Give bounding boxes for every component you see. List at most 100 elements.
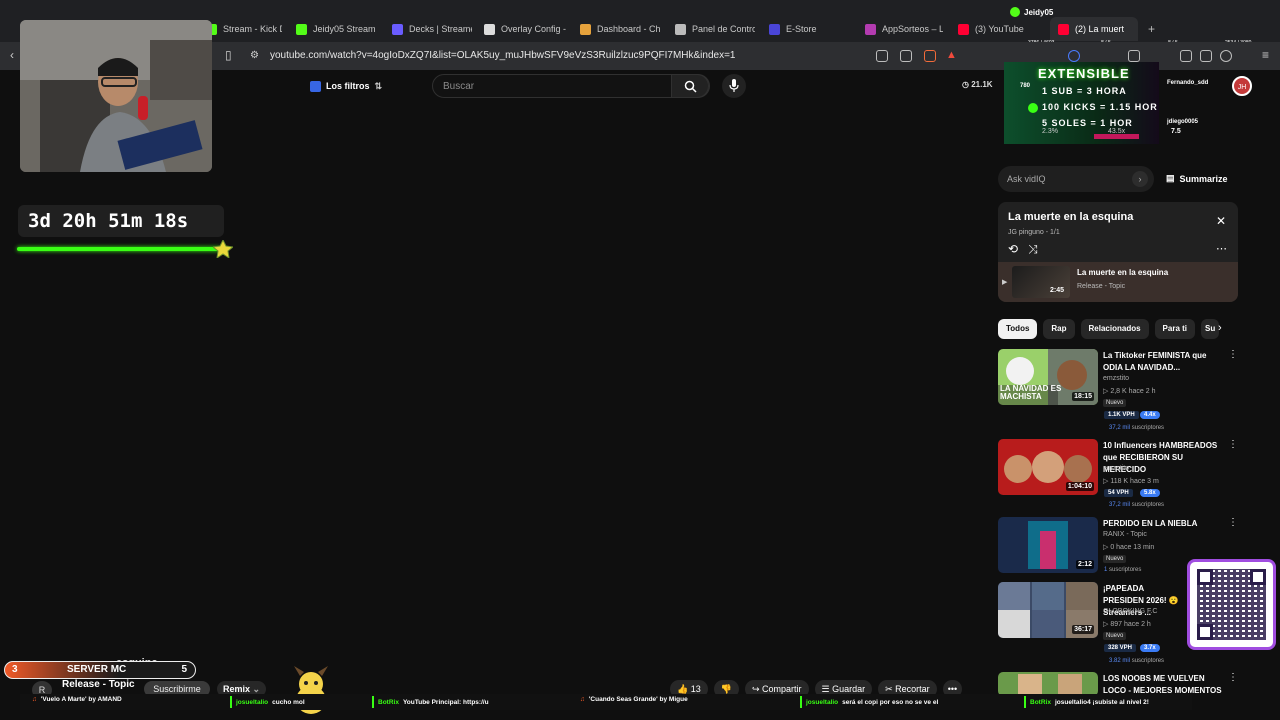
overlay-icon xyxy=(484,23,495,35)
ticker-item: josueltalio será el copi por eso no se ve… xyxy=(800,696,938,708)
kicks-icon xyxy=(1028,103,1038,113)
tab-jeidy-stream[interactable]: Jeidy05 Stream - xyxy=(296,17,376,41)
shuffle-icon[interactable]: ⤨ xyxy=(1028,242,1038,257)
filter-chips: Todos Rap Relacionados Para ti Su xyxy=(998,319,1220,339)
list-item[interactable]: LOS NOOBS ME VUELVEN LOCO - MEJORES MOME… xyxy=(998,672,1240,707)
tab-youtube[interactable]: (3) YouTube xyxy=(958,17,1038,41)
cast-icon[interactable] xyxy=(876,50,888,62)
ticker-item: ♫ 'Cuando Seas Grande' by Migue xyxy=(580,696,688,703)
top-supporters: Fernando_sdd jdiego0005 7.5 780 xyxy=(1020,80,1209,135)
list-item[interactable]: LA NAVIDAD ES MACHISTA 18:15 La Tiktoker… xyxy=(998,349,1240,437)
tab-active-la-muerte[interactable]: (2) La muert✕ xyxy=(1050,17,1138,41)
back-arrow-icon[interactable]: ‹ xyxy=(10,48,14,62)
brave-shield-icon[interactable] xyxy=(924,50,936,62)
thumbs-up-icon: 👍 xyxy=(677,684,691,694)
vidiq-filters-button[interactable]: Los filtros ⇅ xyxy=(310,77,382,95)
ask-vidiq-input[interactable]: Ask vidIQ › xyxy=(998,166,1154,192)
progress-bar xyxy=(1094,134,1139,139)
tab-overlay-config[interactable]: Overlay Config - xyxy=(484,17,568,41)
dashboard-icon xyxy=(580,23,591,35)
extension-icon[interactable] xyxy=(1128,50,1140,62)
tab-appsorteos[interactable]: AppSorteos – La xyxy=(865,17,943,41)
more-options-icon[interactable]: ⋮ xyxy=(1228,517,1238,528)
server-mc-overlay: 3 SERVER MC 5 xyxy=(4,661,196,679)
extension-icon[interactable] xyxy=(1068,50,1080,62)
scissors-icon: ✂ xyxy=(885,684,896,694)
chip-todos[interactable]: Todos xyxy=(998,319,1038,339)
chevron-right-icon[interactable]: › xyxy=(1132,171,1148,187)
vidiq-icon xyxy=(310,80,321,92)
youtube-icon xyxy=(958,23,969,35)
menu-icon[interactable]: ≡ xyxy=(1262,48,1269,62)
chip-relacionados[interactable]: Relacionados xyxy=(1080,319,1149,339)
ticker-item: ♫ 'Vuelo A Marte' by AMAND xyxy=(32,696,122,703)
loop-icon[interactable]: ⟲ xyxy=(1008,242,1018,257)
more-options-icon[interactable]: ⋮ xyxy=(1228,439,1238,450)
chip-more[interactable]: Su xyxy=(1201,319,1220,339)
timer-icon: ◷ xyxy=(962,80,972,89)
tab-dashboard[interactable]: Dashboard - Cha xyxy=(580,17,660,41)
pokemon-mascot-icon xyxy=(213,240,233,258)
summarize-button[interactable]: ▤ Summarize xyxy=(1166,173,1228,184)
countdown-progress-bar xyxy=(17,247,221,251)
video-thumbnail xyxy=(998,672,1098,696)
more-options-icon[interactable]: ⋮ xyxy=(1228,349,1238,360)
webcam-overlay xyxy=(20,20,212,172)
appsorteos-icon xyxy=(865,23,876,35)
qr-finder xyxy=(1197,624,1213,640)
tab-panel-control[interactable]: Panel de Control xyxy=(675,17,755,41)
tab-kick-dashboard[interactable]: Stream - Kick Da xyxy=(206,17,282,41)
search-icon xyxy=(684,80,697,93)
chevron-right-icon[interactable]: › xyxy=(1218,322,1222,334)
youtube-icon xyxy=(1058,23,1069,35)
share-icon[interactable] xyxy=(900,50,912,62)
playlist-item[interactable]: ▶ 2:45 La muerte en la esquina Release -… xyxy=(998,262,1238,302)
search-button[interactable] xyxy=(671,74,709,98)
video-thumbnail: LA NAVIDAD ES MACHISTA 18:15 xyxy=(998,349,1098,405)
wallet-icon[interactable] xyxy=(1200,50,1212,62)
extensible-overlay: EXTENSIBLE 1 SUB = 3 HORA 100 KICKS = 1.… xyxy=(1004,62,1159,144)
microphone-icon xyxy=(729,79,739,92)
streamer-webcam-image xyxy=(20,20,212,172)
video-thumbnail: 36:17 xyxy=(998,582,1098,638)
decks-icon xyxy=(392,23,403,35)
channel-name[interactable]: Release - Topic xyxy=(62,679,135,690)
ticker-item: BotRix YouTube Principal: https://u xyxy=(372,696,489,708)
bookmark-icon[interactable]: ▯ xyxy=(225,48,232,62)
voice-search-button[interactable] xyxy=(722,74,746,98)
rewards-icon[interactable]: ▲ xyxy=(946,49,957,61)
qr-finder xyxy=(1197,569,1213,585)
now-playing-icon: ▶ xyxy=(1002,279,1008,286)
header-stat: ◷ 21.1K xyxy=(962,80,993,89)
new-tab-icon[interactable]: + xyxy=(1148,22,1155,36)
video-thumbnail: 1:04:10 xyxy=(998,439,1098,495)
tab-decks[interactable]: Decks | Streamer xyxy=(392,17,472,41)
chip-para-ti[interactable]: Para ti xyxy=(1154,319,1196,339)
site-settings-icon[interactable]: ⚙ xyxy=(250,50,259,61)
store-icon xyxy=(769,23,780,35)
kick-icon xyxy=(1010,7,1020,17)
kick-icon xyxy=(296,23,307,35)
more-options-icon[interactable]: ⋯ xyxy=(1216,242,1227,255)
book-icon: ▤ xyxy=(1166,173,1175,183)
playlist-panel: La muerte en la esquina JG pinguno - 1/1… xyxy=(998,202,1238,302)
list-item[interactable]: 1:04:10 10 Influencers HAMBREADOS que RE… xyxy=(998,439,1240,527)
close-icon[interactable]: ✕ xyxy=(1216,214,1226,228)
ticker-item: josueltalio cucho mol xyxy=(230,696,305,708)
sidebar-icon[interactable] xyxy=(1180,50,1192,62)
extensions-puzzle-icon[interactable] xyxy=(1220,50,1232,62)
save-icon: ☰ xyxy=(821,684,833,694)
overlay-channel-label: Jeidy05 xyxy=(1010,7,1053,17)
account-avatar[interactable]: JH xyxy=(1232,76,1252,96)
video-thumbnail: 2:12 xyxy=(998,517,1098,573)
music-icon: ♫ xyxy=(32,696,37,703)
chip-rap[interactable]: Rap xyxy=(1043,319,1075,339)
search-input[interactable]: Buscar xyxy=(443,81,474,92)
url-field[interactable]: youtube.com/watch?v=4ogIoDxZQ7I&list=OLA… xyxy=(270,50,736,61)
ticker-item: BotRix josueltalio4 ¡subiste al nivel 2! xyxy=(1024,696,1149,708)
more-options-icon[interactable]: ⋮ xyxy=(1228,672,1238,683)
tab-estore[interactable]: E-Store xyxy=(769,17,849,41)
share-icon: ↪ xyxy=(751,684,762,694)
qr-code-overlay xyxy=(1187,559,1276,650)
search-bar[interactable]: Buscar xyxy=(432,74,710,98)
